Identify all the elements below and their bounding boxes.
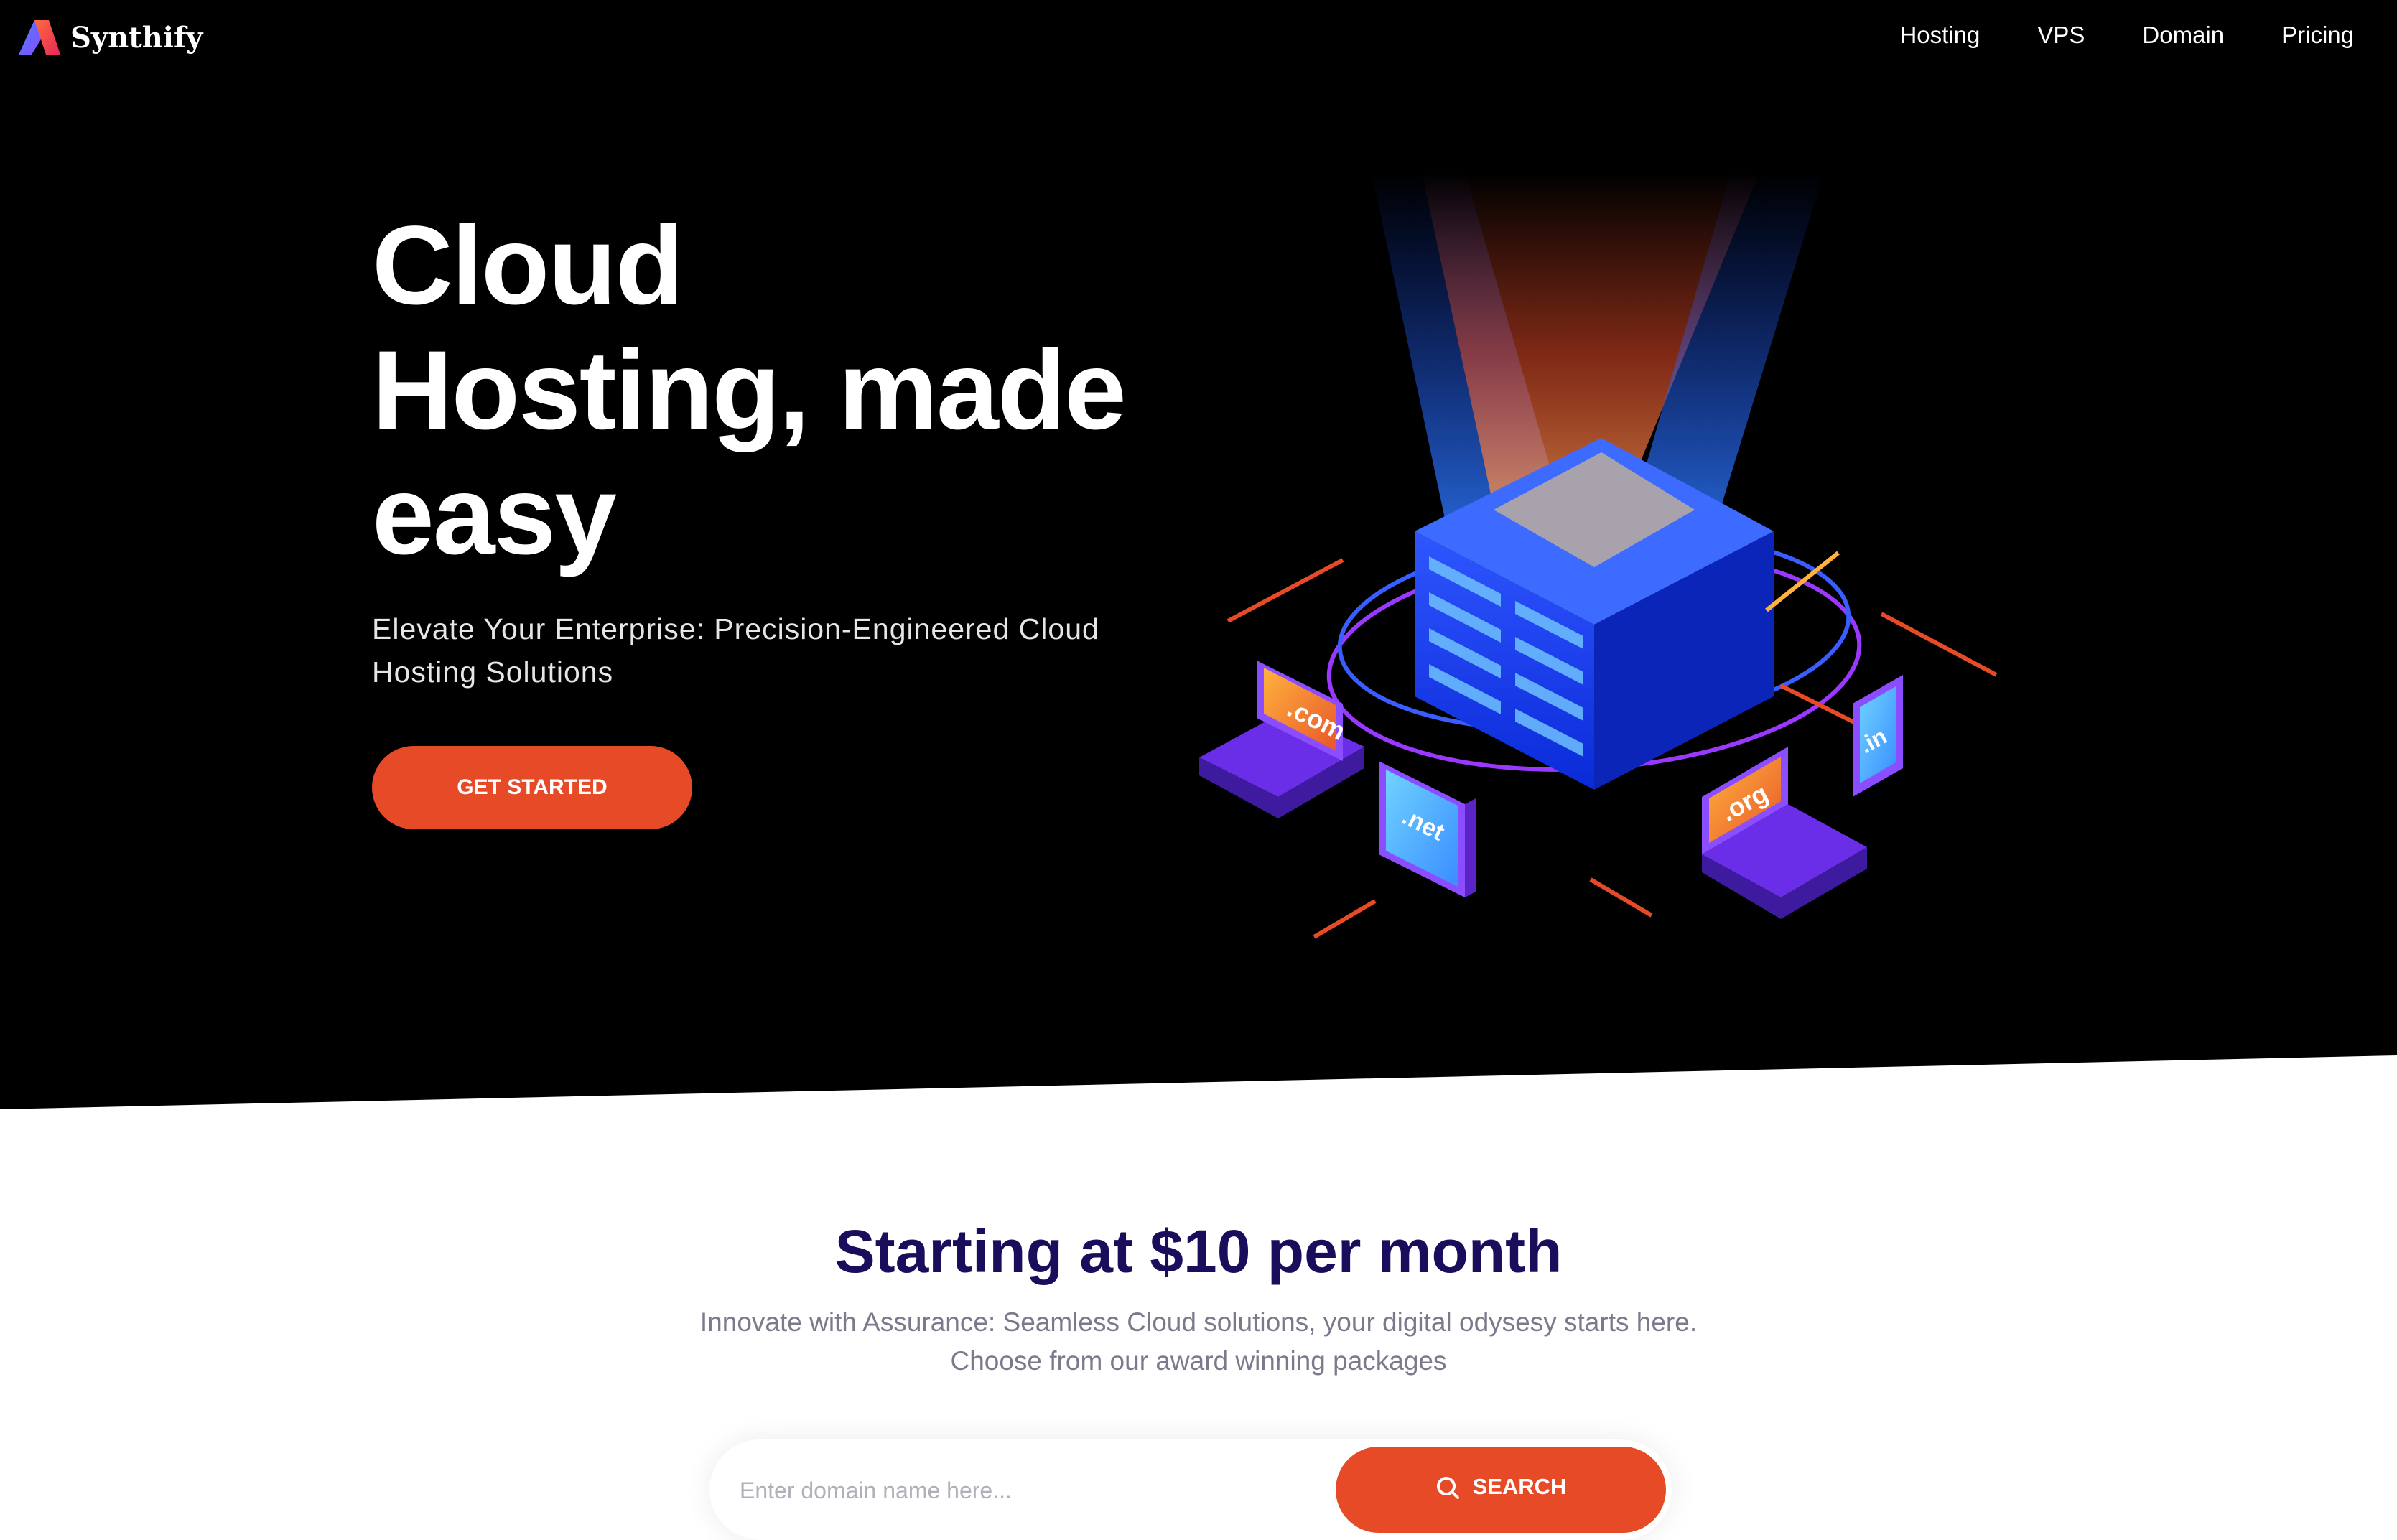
hero-title-line-3: easy [372, 453, 617, 578]
domain-search-box: SEARCH [709, 1439, 1672, 1540]
hero-title-line-2: Hosting, made [372, 328, 1127, 453]
hero-title: Cloud Hosting, made easy [372, 203, 1277, 578]
brand-logo[interactable]: Synthify [17, 17, 203, 57]
pricing-description: Innovate with Assurance: Seamless Cloud … [0, 1303, 2397, 1381]
tablet-net: .net [1379, 761, 1476, 897]
hero-title-line-1: Cloud [372, 203, 684, 328]
pricing-description-line-1: Innovate with Assurance: Seamless Cloud … [699, 1307, 1698, 1337]
nav-link-vps[interactable]: VPS [2037, 22, 2085, 49]
get-started-button[interactable]: GET STARTED [372, 746, 692, 829]
accent-streak [1313, 899, 1377, 939]
top-navbar: Synthify Hosting VPS Domain Pricing [0, 0, 2397, 75]
pricing-title: Starting at $10 per month [834, 1218, 1563, 1285]
accent-streak [1880, 612, 1998, 677]
cloud-hosting-illustration: .com .net .org .in [1199, 172, 1998, 939]
nav-links: Hosting VPS Domain Pricing [1842, 22, 2354, 49]
search-button-label: SEARCH [1472, 1474, 1567, 1499]
brand-logo-icon [19, 20, 60, 55]
pricing-description-line-2: Choose from our award winning packages [950, 1346, 1447, 1376]
accent-streak [1589, 877, 1653, 918]
nav-link-domain[interactable]: Domain [2142, 22, 2224, 49]
laptop-org: .org [1702, 747, 1867, 919]
brand-name: Synthify [70, 20, 203, 55]
nav-link-pricing[interactable]: Pricing [2281, 22, 2354, 49]
domain-search-input[interactable] [738, 1468, 1301, 1513]
phone-in: .in [1853, 675, 1903, 797]
nav-link-hosting[interactable]: Hosting [1899, 22, 1980, 49]
laptop-com: .com [1199, 661, 1364, 818]
search-button[interactable]: SEARCH [1336, 1447, 1666, 1533]
hero-subtitle: Elevate Your Enterprise: Precision-Engin… [372, 612, 1099, 689]
accent-streak [1227, 558, 1344, 623]
search-icon [1436, 1477, 1459, 1499]
